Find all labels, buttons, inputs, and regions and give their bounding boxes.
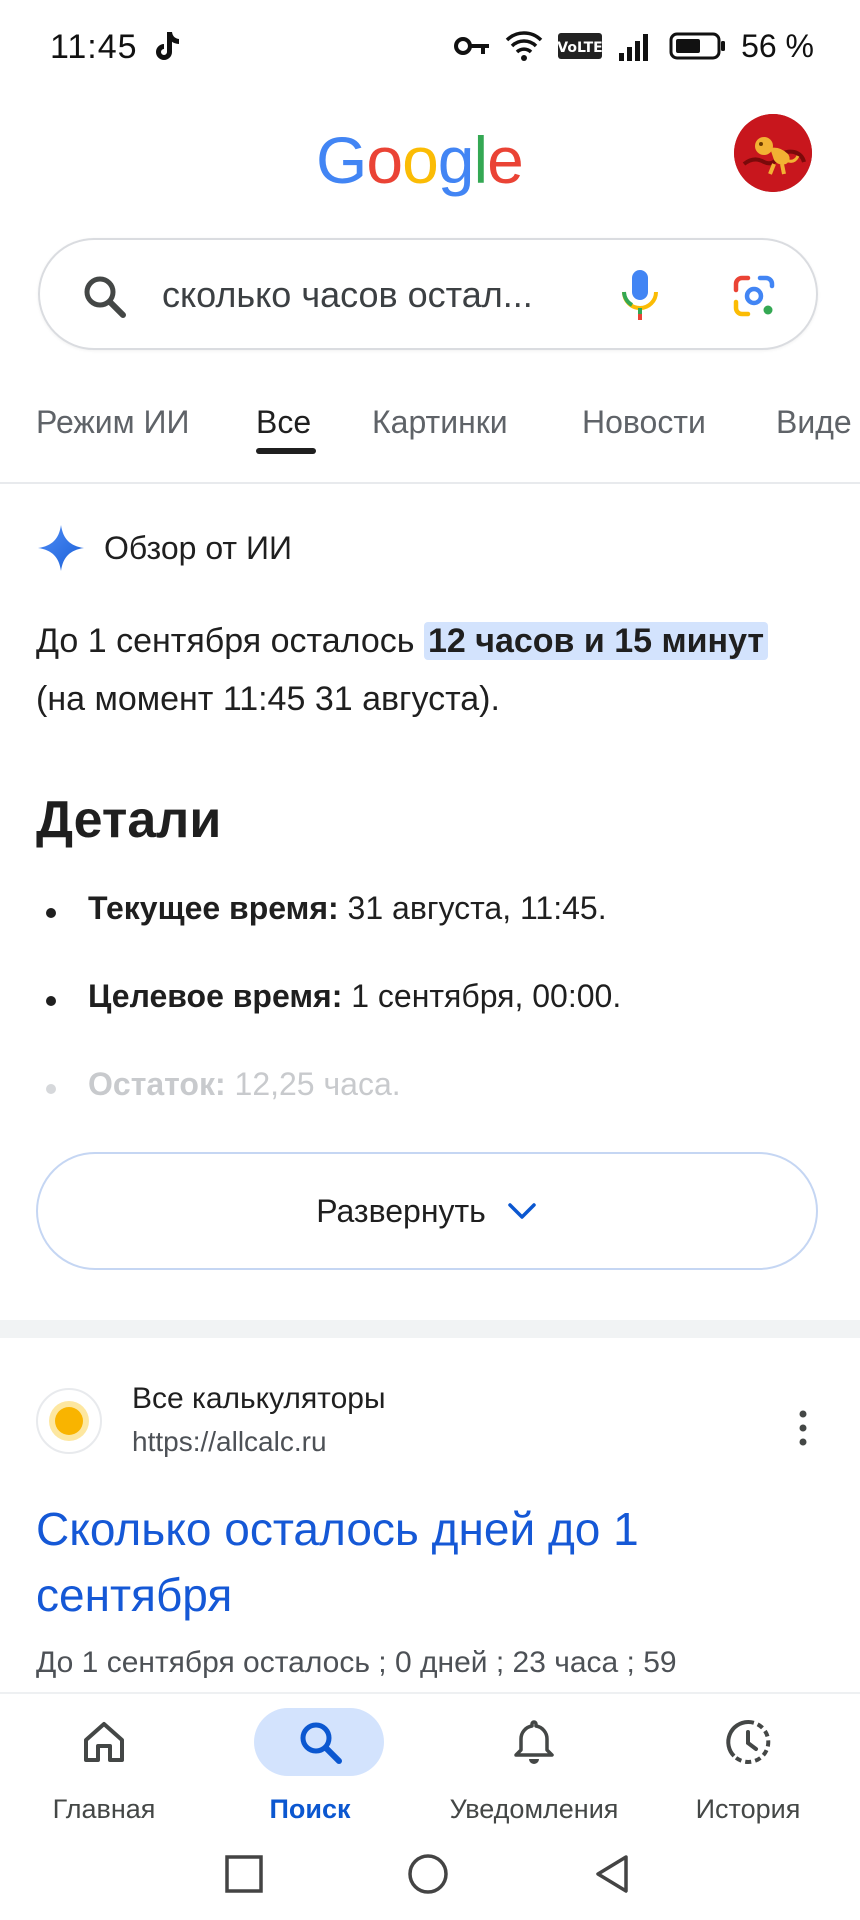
search-tabs: Режим ИИ Все Картинки Новости Виде — [0, 398, 860, 484]
nav-search[interactable]: Поиск — [210, 1694, 410, 1834]
bullet-dot — [46, 996, 56, 1006]
search-icon — [84, 276, 126, 318]
ai-answer-highlight: 12 часов и 15 минут — [423, 622, 769, 660]
tab-news[interactable]: Новости — [582, 404, 706, 441]
status-icons: VoLTE 56 % — [453, 26, 814, 66]
search-input[interactable]: сколько часов остал... — [162, 274, 533, 316]
tab-ai-mode[interactable]: Режим ИИ — [36, 404, 190, 441]
monkey-avatar-icon — [734, 114, 812, 192]
tiktok-icon — [156, 32, 179, 60]
google-logo: Google — [316, 122, 524, 198]
result-title-link[interactable]: Сколько осталось дней до 1 сентября — [36, 1496, 796, 1628]
nav-history[interactable]: История — [648, 1694, 848, 1834]
detail-value: 1 сентября, 00:00. — [342, 978, 622, 1014]
detail-value: 31 августа, 11:45. — [338, 890, 607, 926]
active-tab-indicator — [256, 448, 316, 454]
nav-label: Поиск — [269, 1794, 351, 1824]
google-lens-icon[interactable] — [730, 272, 778, 320]
tab-video[interactable]: Виде — [776, 404, 852, 441]
expand-label: Развернуть — [316, 1192, 486, 1229]
nav-label: Главная — [52, 1794, 156, 1824]
nav-home[interactable]: Главная — [4, 1694, 204, 1834]
nav-label: Уведомления — [449, 1794, 619, 1824]
chevron-down-icon — [508, 1203, 536, 1219]
result-site-name[interactable]: Все калькуляторы — [132, 1382, 386, 1416]
more-vert-icon[interactable] — [796, 1408, 810, 1448]
details-list: Текущее время: 31 августа, 11:45. Целево… — [36, 890, 826, 1154]
list-item: Текущее время: 31 августа, 11:45. — [36, 890, 826, 978]
detail-value: 12,25 часа. — [225, 1066, 401, 1102]
system-navigation — [0, 1832, 860, 1920]
volte-icon: VoLTE — [557, 33, 603, 59]
site-favicon[interactable] — [36, 1388, 102, 1454]
ai-answer: До 1 сентября осталось 12 часов и 15 мин… — [36, 612, 816, 728]
result-snippet: До 1 сентября осталось ; 0 дней ; 23 час… — [36, 1646, 677, 1679]
ai-overview-header: Обзор от ИИ — [36, 520, 292, 576]
home-icon — [84, 1722, 124, 1762]
ai-answer-suffix: (на момент 11:45 31 августа). — [36, 680, 500, 718]
tab-all[interactable]: Все — [256, 404, 311, 441]
status-bar: 11:45 VoLTE 56 % — [0, 0, 860, 96]
ai-overview-title: Обзор от ИИ — [104, 529, 292, 566]
logo-letter: g — [437, 123, 475, 197]
recents-square-icon[interactable] — [222, 1852, 266, 1896]
search-icon — [300, 1722, 342, 1764]
gemini-sparkle-icon — [38, 525, 84, 571]
battery-icon — [669, 32, 726, 60]
key-icon — [454, 37, 490, 55]
bottom-navigation: Главная Поиск Уведомления История — [0, 1692, 860, 1834]
expand-button[interactable]: Развернуть — [36, 1152, 818, 1270]
mic-icon[interactable] — [618, 268, 662, 322]
list-item: Остаток: 12,25 часа. — [36, 1066, 826, 1154]
section-divider — [0, 1320, 860, 1338]
logo-letter: e — [487, 123, 524, 197]
list-item: Целевое время: 1 сентября, 00:00. — [36, 978, 826, 1066]
logo-letter: o — [366, 123, 403, 197]
home-circle-icon[interactable] — [406, 1852, 450, 1896]
battery-percent: 56 % — [741, 27, 814, 64]
detail-label: Текущее время: — [88, 890, 339, 926]
signal-icon — [619, 34, 649, 61]
result-url[interactable]: https://allcalc.ru — [132, 1426, 327, 1458]
search-bar[interactable]: сколько часов остал... — [38, 238, 818, 350]
details-heading: Детали — [36, 791, 222, 849]
status-time: 11:45 — [50, 28, 138, 66]
history-icon — [726, 1719, 771, 1764]
ai-answer-prefix: До 1 сентября осталось — [36, 622, 424, 660]
page: 11:45 VoLTE 56 % Google сколько часов ос… — [0, 0, 860, 1920]
back-triangle-icon[interactable] — [590, 1852, 634, 1896]
tab-images[interactable]: Картинки — [372, 404, 508, 441]
wifi-icon — [505, 31, 543, 61]
logo-letter: o — [402, 123, 439, 197]
sun-favicon-icon — [49, 1401, 89, 1441]
detail-label: Целевое время: — [88, 978, 343, 1014]
bullet-dot — [46, 1084, 56, 1094]
nav-notifications[interactable]: Уведомления — [434, 1694, 634, 1834]
bullet-dot — [46, 908, 56, 918]
nav-label: История — [695, 1794, 801, 1824]
avatar[interactable] — [734, 114, 812, 192]
detail-label: Остаток: — [88, 1066, 226, 1102]
logo-letter: G — [316, 123, 367, 197]
bell-icon — [514, 1720, 554, 1764]
svg-text:VoLTE: VoLTE — [557, 40, 602, 56]
logo-letter: l — [473, 123, 489, 197]
